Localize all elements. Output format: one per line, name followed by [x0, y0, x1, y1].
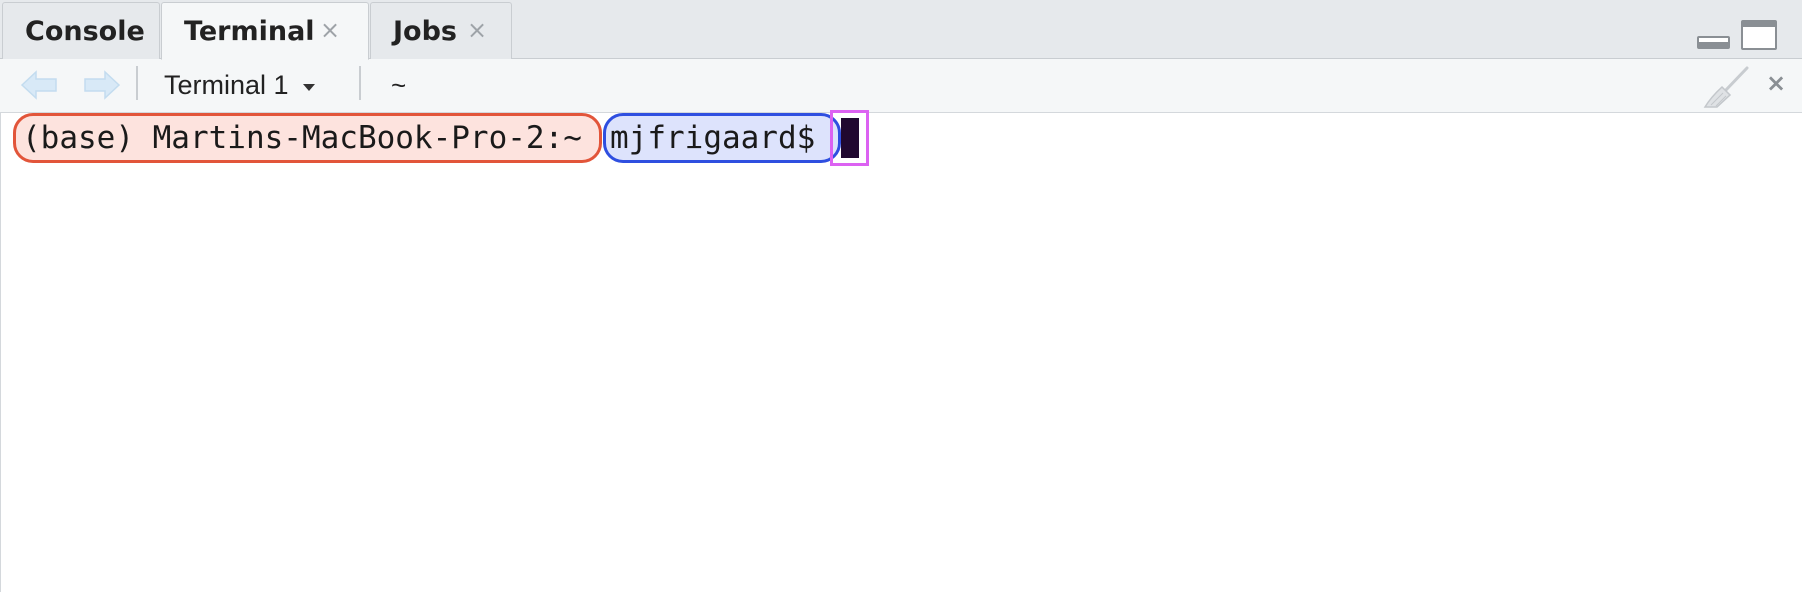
tab-label: Console — [25, 15, 145, 47]
tab-label: Terminal — [184, 15, 315, 47]
terminal-toolbar: Terminal 1 ~ × — [0, 59, 1802, 113]
tab-jobs[interactable]: Jobs × — [370, 2, 512, 59]
terminal-cursor — [840, 118, 859, 158]
caret-down-icon — [302, 83, 315, 91]
tab-bar: Console Terminal × Jobs × — [0, 0, 1802, 60]
terminal-output[interactable]: (base) Martins-MacBook-Pro-2:~ mjfrigaar… — [0, 110, 1802, 592]
terminal-selector-label: Terminal 1 — [164, 69, 289, 100]
back-arrow-icon[interactable] — [20, 69, 58, 101]
cursor-highlight — [830, 110, 869, 166]
tab-terminal[interactable]: Terminal × — [161, 2, 369, 60]
tab-close-icon[interactable]: × — [320, 16, 340, 44]
host-prompt: (base) Martins-MacBook-Pro-2:~ — [13, 113, 602, 163]
broom-icon[interactable] — [1701, 65, 1751, 109]
terminal-selector[interactable]: Terminal 1 — [164, 65, 315, 105]
minimize-icon[interactable] — [1697, 36, 1730, 49]
toolbar-divider — [359, 66, 361, 100]
maximize-icon[interactable] — [1741, 20, 1777, 50]
close-terminal-icon[interactable]: × — [1766, 69, 1786, 97]
working-directory: ~ — [391, 69, 407, 100]
tab-console[interactable]: Console — [2, 2, 160, 59]
tab-close-icon[interactable]: × — [467, 16, 487, 44]
user-prompt: mjfrigaard$ — [603, 113, 841, 163]
forward-arrow-icon[interactable] — [83, 69, 121, 101]
toolbar-divider — [136, 66, 138, 100]
tab-label: Jobs — [393, 15, 457, 47]
